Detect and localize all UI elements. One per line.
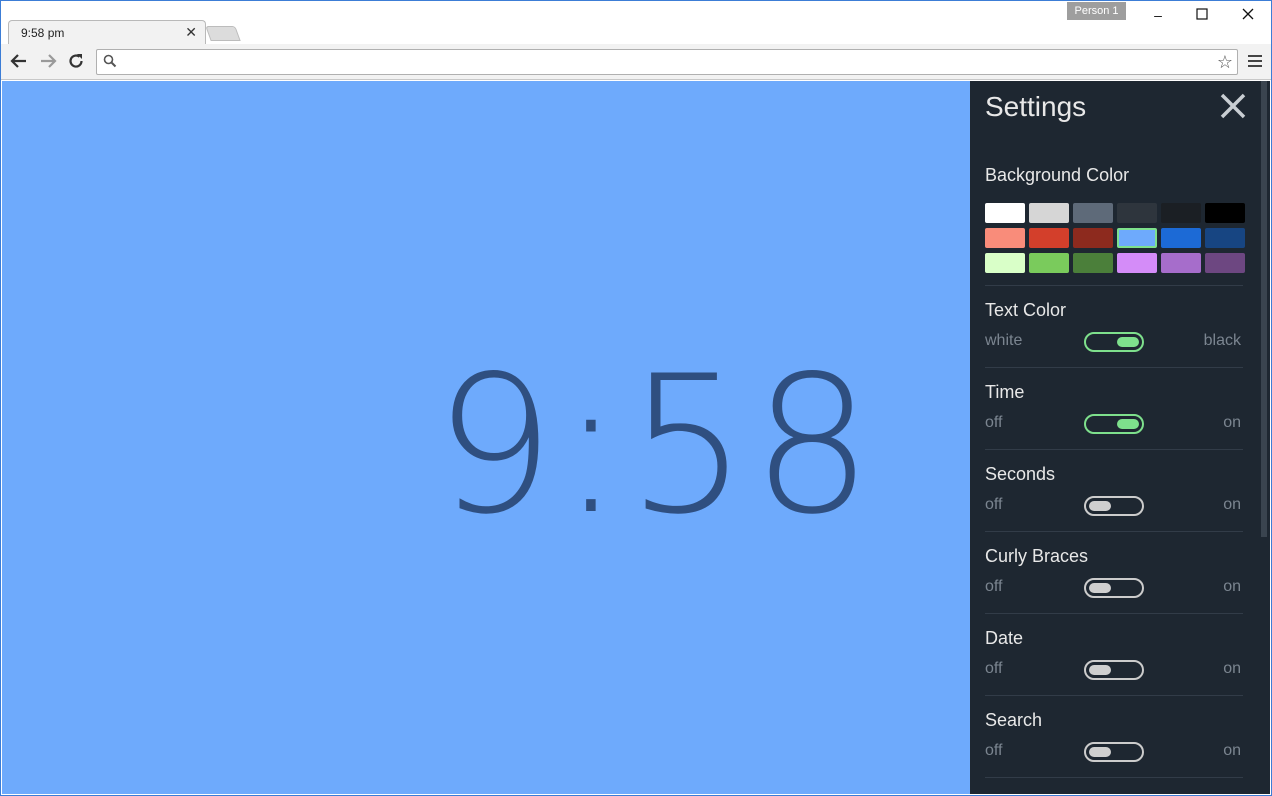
search-off-label: off xyxy=(985,742,1003,759)
color-swatch[interactable] xyxy=(1073,228,1113,248)
profile-badge[interactable]: Person 1 xyxy=(1067,2,1126,20)
seconds-on-label: on xyxy=(1223,496,1241,513)
search-on-label: on xyxy=(1223,742,1241,759)
menu-icon xyxy=(1248,55,1262,57)
clock-time: 9:58 xyxy=(434,335,877,556)
date-on-label: on xyxy=(1223,660,1241,677)
search-toggle[interactable] xyxy=(1084,742,1144,762)
tab-title: 9:58 pm xyxy=(21,26,65,40)
color-swatch[interactable] xyxy=(1161,253,1201,273)
text-color-section: Text Color white black xyxy=(985,300,1243,368)
curly-braces-toggle[interactable] xyxy=(1084,578,1144,598)
close-icon xyxy=(1220,93,1246,119)
text-color-label: Text Color xyxy=(985,300,1067,320)
forward-arrow-icon xyxy=(41,54,57,68)
settings-close-button[interactable] xyxy=(1218,91,1248,121)
color-swatch[interactable] xyxy=(985,228,1025,248)
scrollbar-thumb[interactable] xyxy=(1261,81,1267,537)
close-window-button[interactable] xyxy=(1238,6,1258,24)
curly-braces-section: Curly Braces off on xyxy=(985,546,1243,614)
browser-tab[interactable]: 9:58 pm ✕ xyxy=(8,20,206,45)
date-toggle[interactable] xyxy=(1084,660,1144,680)
forward-button[interactable] xyxy=(38,52,58,72)
color-swatch[interactable] xyxy=(1161,203,1201,223)
color-swatch[interactable] xyxy=(1029,253,1069,273)
color-swatch[interactable] xyxy=(1205,228,1245,248)
browser-menu-button[interactable] xyxy=(1248,52,1262,72)
color-swatch[interactable] xyxy=(985,203,1025,223)
toggle-knob xyxy=(1089,747,1111,757)
date-off-label: off xyxy=(985,660,1003,677)
text-color-toggle[interactable] xyxy=(1084,332,1144,352)
color-swatch[interactable] xyxy=(1205,203,1245,223)
toggle-knob xyxy=(1089,501,1111,511)
color-swatch[interactable] xyxy=(1117,203,1157,223)
time-toggle[interactable] xyxy=(1084,414,1144,434)
background-color-section: Background Color xyxy=(985,165,1245,286)
toggle-knob xyxy=(1089,665,1111,675)
color-swatch[interactable] xyxy=(1161,228,1201,248)
seconds-off-label: off xyxy=(985,496,1003,513)
color-swatch[interactable] xyxy=(1073,203,1113,223)
new-tab-button[interactable] xyxy=(205,26,241,41)
browser-toolbar: ☆ xyxy=(0,44,1272,80)
curly-braces-on-label: on xyxy=(1223,578,1241,595)
curly-braces-off-label: off xyxy=(985,578,1003,595)
text-color-black-label: black xyxy=(1203,332,1241,349)
toggle-knob xyxy=(1117,419,1139,429)
address-bar[interactable]: ☆ xyxy=(96,49,1238,75)
maximize-button[interactable] xyxy=(1192,6,1212,24)
toggle-knob xyxy=(1117,337,1139,347)
tab-close-icon[interactable]: ✕ xyxy=(185,24,197,41)
search-section: Search off on xyxy=(985,710,1243,778)
color-swatch[interactable] xyxy=(1117,228,1157,248)
settings-scrollbar[interactable] xyxy=(1258,81,1270,794)
minimize-button[interactable]: – xyxy=(1148,6,1168,24)
color-swatch[interactable] xyxy=(1205,253,1245,273)
settings-title: Settings xyxy=(985,91,1087,122)
time-label: Time xyxy=(985,382,1025,402)
date-label: Date xyxy=(985,628,1024,648)
browser-titlebar: 9:58 pm ✕ Person 1 – xyxy=(0,0,1272,45)
time-on-label: on xyxy=(1223,414,1241,431)
background-color-label: Background Color xyxy=(985,165,1130,185)
time-off-label: off xyxy=(985,414,1003,431)
seconds-section: Seconds off on xyxy=(985,464,1243,532)
settings-panel: Settings Background Color Text Color whi… xyxy=(970,81,1258,794)
time-section: Time off on xyxy=(985,382,1243,450)
seconds-label: Seconds xyxy=(985,464,1056,484)
maximize-icon xyxy=(1196,8,1208,20)
reload-icon xyxy=(69,54,83,68)
color-swatch[interactable] xyxy=(1117,253,1157,273)
toggle-knob xyxy=(1089,583,1111,593)
color-swatch[interactable] xyxy=(985,253,1025,273)
reload-button[interactable] xyxy=(66,52,86,72)
date-section: Date off on xyxy=(985,628,1243,696)
text-color-white-label: white xyxy=(985,332,1023,349)
color-swatch[interactable] xyxy=(1073,253,1113,273)
curly-braces-label: Curly Braces xyxy=(985,546,1089,566)
back-arrow-icon xyxy=(10,54,26,68)
search-label: Search xyxy=(985,710,1043,730)
clock-page: 9:58 xyxy=(2,81,970,794)
back-button[interactable] xyxy=(9,52,29,72)
color-swatch[interactable] xyxy=(1029,203,1069,223)
search-icon xyxy=(103,54,117,73)
color-swatch[interactable] xyxy=(1029,228,1069,248)
bookmark-star-icon[interactable]: ☆ xyxy=(1217,52,1233,72)
close-icon xyxy=(1242,8,1254,20)
seconds-toggle[interactable] xyxy=(1084,496,1144,516)
